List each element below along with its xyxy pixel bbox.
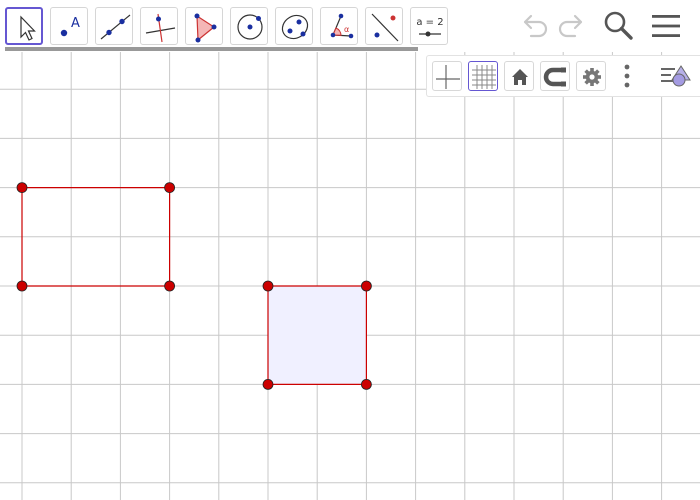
undo-button[interactable] — [517, 8, 553, 44]
show-axes-icon — [436, 65, 460, 89]
style-bar-toggle-icon — [661, 65, 691, 87]
reflect-tool-button[interactable] — [365, 7, 403, 45]
reflect-tool-icon — [371, 13, 399, 42]
show-grid-icon — [472, 65, 496, 89]
move-tool-button[interactable] — [5, 7, 43, 45]
standard-view-icon — [512, 69, 528, 85]
slider-tool-button[interactable]: a = 2 — [410, 7, 448, 45]
redo-icon — [558, 14, 583, 38]
ellipse-tool-icon — [281, 14, 309, 40]
toolbar: A α a = 2 — [0, 0, 700, 52]
point-vertex[interactable] — [164, 182, 176, 194]
point-vertex[interactable] — [360, 378, 372, 390]
angle-tool-icon: α — [330, 13, 354, 39]
point-vertex[interactable] — [16, 182, 28, 194]
circle-tool-icon — [237, 14, 263, 40]
show-axes-button[interactable] — [432, 61, 462, 91]
circle-tool-button[interactable] — [230, 7, 268, 45]
svg-text:A: A — [71, 16, 80, 31]
point-vertex[interactable] — [164, 280, 176, 292]
point-tool-icon: A — [60, 16, 80, 37]
redo-button[interactable] — [553, 8, 589, 44]
polygon-tool-button[interactable] — [185, 7, 223, 45]
slider-tool-icon: a = 2 — [416, 17, 444, 37]
undo-icon — [523, 14, 548, 38]
square-2[interactable] — [262, 280, 372, 390]
standard-view-button[interactable] — [504, 61, 534, 91]
move-tool-icon — [20, 15, 36, 41]
point-vertex[interactable] — [360, 280, 372, 292]
ellipse-tool-button[interactable] — [275, 7, 313, 45]
line-tool-button[interactable] — [95, 7, 133, 45]
hamburger-menu-icon — [652, 15, 680, 37]
graphics-settings-icon — [583, 68, 601, 86]
point-vertex[interactable] — [262, 378, 274, 390]
search-button[interactable] — [600, 8, 636, 44]
point-capturing-icon — [543, 67, 566, 87]
svg-text:a = 2: a = 2 — [416, 17, 443, 28]
line-tool-icon — [100, 14, 131, 40]
point-vertex[interactable] — [16, 280, 28, 292]
graphics-view-canvas[interactable] — [0, 52, 700, 500]
angle-tool-button[interactable]: α — [320, 7, 358, 45]
perpendicular-line-tool-button[interactable] — [140, 7, 178, 45]
graphics-settings-button[interactable] — [576, 61, 606, 91]
svg-text:α: α — [344, 25, 349, 34]
grid — [0, 52, 700, 500]
show-grid-button[interactable] — [468, 61, 498, 91]
main-menu-button[interactable] — [648, 8, 684, 44]
point-tool-button[interactable]: A — [50, 7, 88, 45]
point-vertex[interactable] — [262, 280, 274, 292]
more-options-button[interactable] — [615, 61, 639, 91]
perpendicular-line-tool-icon — [145, 13, 176, 43]
style-bar-toggle-button[interactable] — [657, 60, 693, 92]
polygon-tool-icon — [194, 13, 217, 43]
search-icon — [604, 11, 633, 40]
graphics-style-bar — [426, 55, 700, 97]
square-2-polygon[interactable] — [267, 285, 367, 385]
more-options-icon — [624, 64, 630, 88]
point-capturing-button[interactable] — [540, 61, 570, 91]
toolbar-scrollbar[interactable] — [5, 47, 418, 51]
